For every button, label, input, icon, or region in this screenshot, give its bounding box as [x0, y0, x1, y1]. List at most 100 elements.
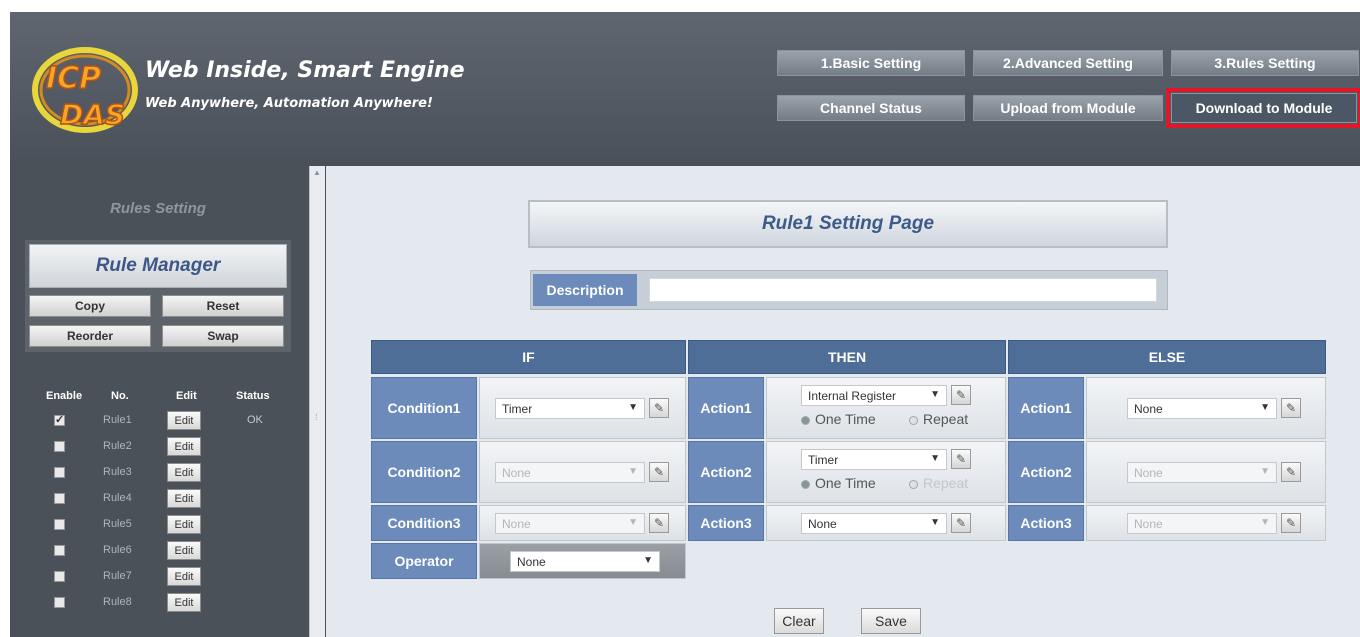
condition1-select[interactable]: Timer ▼: [495, 398, 645, 419]
rule-enable-checkbox[interactable]: [54, 413, 65, 426]
edit-pencil-icon[interactable]: ✎: [951, 385, 971, 405]
panel-splitter[interactable]: ▲ ⁞: [309, 166, 325, 637]
dropdown-arrow-icon: ▼: [930, 517, 940, 528]
condition2-select[interactable]: None ▼: [495, 462, 645, 483]
main-content: Rule1 Setting Page Description IF THEN E…: [326, 166, 1360, 637]
header: ICP DAS Web Inside, Smart Engine Web Any…: [10, 12, 1360, 166]
swap-button[interactable]: Swap: [162, 325, 284, 347]
then-action2-onetime-radio[interactable]: One Time: [801, 475, 876, 491]
rule-enable-checkbox[interactable]: [54, 493, 65, 504]
then-action1-onetime-radio[interactable]: One Time: [801, 411, 876, 427]
copy-button[interactable]: Copy: [29, 295, 151, 317]
dropdown-arrow-icon: ▼: [643, 555, 653, 566]
condition2-label: Condition2: [371, 441, 477, 503]
operator-select[interactable]: None ▼: [510, 551, 660, 572]
brand-title: Web Inside, Smart Engine: [145, 58, 465, 83]
select-value: Timer: [502, 401, 533, 416]
rule-edit-button[interactable]: Edit: [167, 463, 201, 482]
edit-pencil-icon[interactable]: ✎: [1281, 398, 1301, 418]
rule-edit-button[interactable]: Edit: [167, 593, 201, 612]
operator-cell: None ▼: [479, 543, 686, 579]
then-column-header: THEN: [688, 340, 1006, 374]
else-action1-label: Action1: [1008, 377, 1084, 439]
rule-enable-checkbox[interactable]: [54, 571, 65, 582]
splitter-grip-icon[interactable]: ⁞: [315, 412, 318, 422]
radio-dot-icon: [801, 415, 810, 425]
select-value: None: [502, 465, 531, 480]
rule-enable-checkbox[interactable]: [54, 597, 65, 608]
else-action2-select[interactable]: None ▼: [1127, 462, 1277, 483]
else-action2-cell: None ▼ ✎: [1086, 441, 1326, 503]
then-action2-repeat-radio[interactable]: Repeat: [909, 475, 968, 491]
rule-edit-button[interactable]: Edit: [167, 541, 201, 560]
rule-manager-title: Rule Manager: [29, 244, 287, 288]
rule-edit-button[interactable]: Edit: [167, 489, 201, 508]
description-label: Description: [533, 274, 637, 306]
select-value: None: [1134, 401, 1163, 416]
save-button[interactable]: Save: [861, 608, 921, 634]
description-input[interactable]: [649, 278, 1157, 302]
rule-edit-button[interactable]: Edit: [167, 411, 201, 430]
else-action3-cell: None ▼ ✎: [1086, 505, 1326, 541]
reset-button[interactable]: Reset: [162, 295, 284, 317]
dropdown-arrow-icon: ▼: [930, 389, 940, 400]
select-value: None: [1134, 465, 1163, 480]
then-action2-label: Action2: [688, 441, 764, 503]
col-edit-header: Edit: [176, 390, 197, 402]
then-action2-select[interactable]: Timer ▼: [801, 449, 947, 470]
then-action2-cell: Timer ▼ ✎ One Time Repeat: [766, 441, 1006, 503]
channel-status-button[interactable]: Channel Status: [777, 95, 965, 121]
rule-edit-button[interactable]: Edit: [167, 437, 201, 456]
rule-enable-checkbox[interactable]: [54, 545, 65, 556]
then-action1-repeat-radio[interactable]: Repeat: [909, 411, 968, 427]
edit-pencil-icon[interactable]: ✎: [649, 462, 669, 482]
else-action1-cell: None ▼ ✎: [1086, 377, 1326, 439]
col-status-header: Status: [236, 390, 270, 402]
clear-button[interactable]: Clear: [774, 608, 824, 634]
select-value: None: [1134, 516, 1163, 531]
edit-pencil-icon[interactable]: ✎: [649, 513, 669, 533]
then-action1-select[interactable]: Internal Register ▼: [801, 385, 947, 406]
else-action3-select[interactable]: None ▼: [1127, 513, 1277, 534]
rule-name: Rule6: [103, 544, 132, 556]
brand-subtitle: Web Anywhere, Automation Anywhere!: [145, 96, 433, 111]
edit-pencil-icon[interactable]: ✎: [649, 398, 669, 418]
rule-name: Rule2: [103, 440, 132, 452]
then-action3-select[interactable]: None ▼: [801, 513, 947, 534]
description-row: Description: [530, 270, 1168, 310]
rule-enable-checkbox[interactable]: [54, 441, 65, 452]
sidebar: Rules Setting Rule Manager Copy Reset Re…: [10, 166, 306, 637]
nav-advanced-setting-button[interactable]: 2.Advanced Setting: [973, 50, 1163, 76]
dropdown-arrow-icon: ▼: [1260, 402, 1270, 413]
condition3-cell: None ▼ ✎: [479, 505, 686, 541]
edit-pencil-icon[interactable]: ✎: [1281, 462, 1301, 482]
edit-pencil-icon[interactable]: ✎: [951, 449, 971, 469]
rule-edit-button[interactable]: Edit: [167, 515, 201, 534]
rule-enable-checkbox[interactable]: [54, 519, 65, 530]
condition3-select[interactable]: None ▼: [495, 513, 645, 534]
nav-basic-setting-button[interactable]: 1.Basic Setting: [777, 50, 965, 76]
condition1-label: Condition1: [371, 377, 477, 439]
download-to-module-button[interactable]: Download to Module: [1166, 88, 1360, 128]
condition2-cell: None ▼ ✎: [479, 441, 686, 503]
edit-pencil-icon[interactable]: ✎: [1281, 513, 1301, 533]
else-action1-select[interactable]: None ▼: [1127, 398, 1277, 419]
select-value: None: [502, 516, 531, 531]
rule-edit-button[interactable]: Edit: [167, 567, 201, 586]
dropdown-arrow-icon: ▼: [628, 517, 638, 528]
rule-name: Rule5: [103, 518, 132, 530]
reorder-button[interactable]: Reorder: [29, 325, 151, 347]
col-enable-header: Enable: [46, 390, 83, 402]
logo-text-top: ICP: [46, 61, 101, 96]
scroll-up-arrow-icon[interactable]: ▲: [313, 168, 321, 177]
condition1-cell: Timer ▼ ✎: [479, 377, 686, 439]
rule-row: Rule6 Edit: [10, 540, 306, 562]
dropdown-arrow-icon: ▼: [1260, 466, 1270, 477]
radio-label: One Time: [815, 475, 876, 491]
operator-label: Operator: [371, 543, 477, 579]
select-value: None: [808, 516, 837, 531]
nav-rules-setting-button[interactable]: 3.Rules Setting: [1171, 50, 1359, 76]
edit-pencil-icon[interactable]: ✎: [951, 513, 971, 533]
rule-enable-checkbox[interactable]: [54, 467, 65, 478]
upload-from-module-button[interactable]: Upload from Module: [973, 95, 1163, 121]
